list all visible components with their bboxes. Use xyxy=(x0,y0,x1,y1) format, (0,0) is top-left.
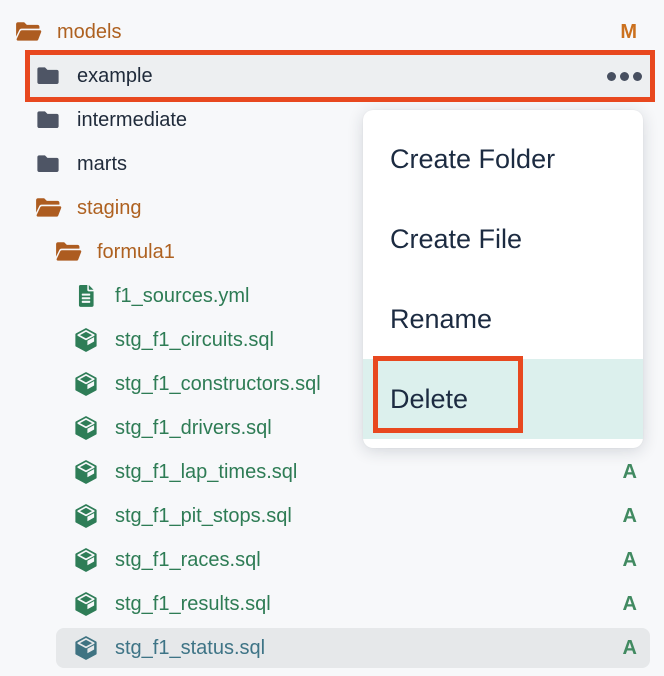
model-cube-icon xyxy=(72,458,100,486)
tree-row-stg-f1-pit-stops[interactable]: stg_f1_pit_stops.sql A xyxy=(0,494,664,538)
tree-row-stg-f1-status[interactable]: stg_f1_status.sql A xyxy=(0,626,664,670)
tree-item-label: stg_f1_races.sql xyxy=(115,549,261,572)
model-cube-icon xyxy=(72,634,100,662)
tree-row-models[interactable]: models M xyxy=(0,10,664,54)
tree-item-label: marts xyxy=(77,153,127,176)
tree-item-label: stg_f1_constructors.sql xyxy=(115,373,321,396)
git-status-badge-modified: M xyxy=(620,21,637,44)
model-cube-icon xyxy=(72,546,100,574)
folder-closed-icon xyxy=(34,106,62,134)
tree-item-label: models xyxy=(57,21,121,44)
git-status-badge-added: A xyxy=(623,461,637,484)
tree-item-label: staging xyxy=(77,197,142,220)
menu-item-rename[interactable]: Rename xyxy=(363,279,643,359)
tree-item-label: stg_f1_results.sql xyxy=(115,593,271,616)
menu-item-create-file[interactable]: Create File xyxy=(363,199,643,279)
model-cube-icon xyxy=(72,590,100,618)
model-cube-icon xyxy=(72,370,100,398)
tree-row-stg-f1-results[interactable]: stg_f1_results.sql A xyxy=(0,582,664,626)
tree-row-example[interactable]: example xyxy=(0,54,664,98)
model-cube-icon xyxy=(72,414,100,442)
tree-item-label: intermediate xyxy=(77,109,187,132)
tree-item-label: formula1 xyxy=(97,241,175,264)
git-status-badge-added: A xyxy=(623,637,637,660)
model-cube-icon xyxy=(72,502,100,530)
tree-item-label: example xyxy=(77,65,153,88)
folder-open-icon xyxy=(34,194,62,222)
tree-item-label: stg_f1_drivers.sql xyxy=(115,417,272,440)
folder-closed-icon xyxy=(34,62,62,90)
tree-item-label: stg_f1_lap_times.sql xyxy=(115,461,297,484)
ellipsis-icon[interactable] xyxy=(607,72,642,81)
git-status-badge-added: A xyxy=(623,593,637,616)
model-cube-icon xyxy=(72,326,100,354)
tree-item-label: stg_f1_pit_stops.sql xyxy=(115,505,292,528)
folder-closed-icon xyxy=(34,150,62,178)
tree-item-label: stg_f1_status.sql xyxy=(115,637,265,660)
git-status-badge-added: A xyxy=(623,549,637,572)
tree-item-label: f1_sources.yml xyxy=(115,285,250,308)
folder-open-icon xyxy=(14,18,42,46)
git-status-badge-added: A xyxy=(623,505,637,528)
folder-open-icon xyxy=(54,238,82,266)
tree-row-stg-f1-races[interactable]: stg_f1_races.sql A xyxy=(0,538,664,582)
context-menu: Create Folder Create File Rename Delete xyxy=(363,110,643,448)
menu-item-delete[interactable]: Delete xyxy=(363,359,643,439)
tree-row-stg-f1-lap-times[interactable]: stg_f1_lap_times.sql A xyxy=(0,450,664,494)
tree-item-label: stg_f1_circuits.sql xyxy=(115,329,274,352)
menu-item-create-folder[interactable]: Create Folder xyxy=(363,119,643,199)
document-icon xyxy=(72,282,100,310)
